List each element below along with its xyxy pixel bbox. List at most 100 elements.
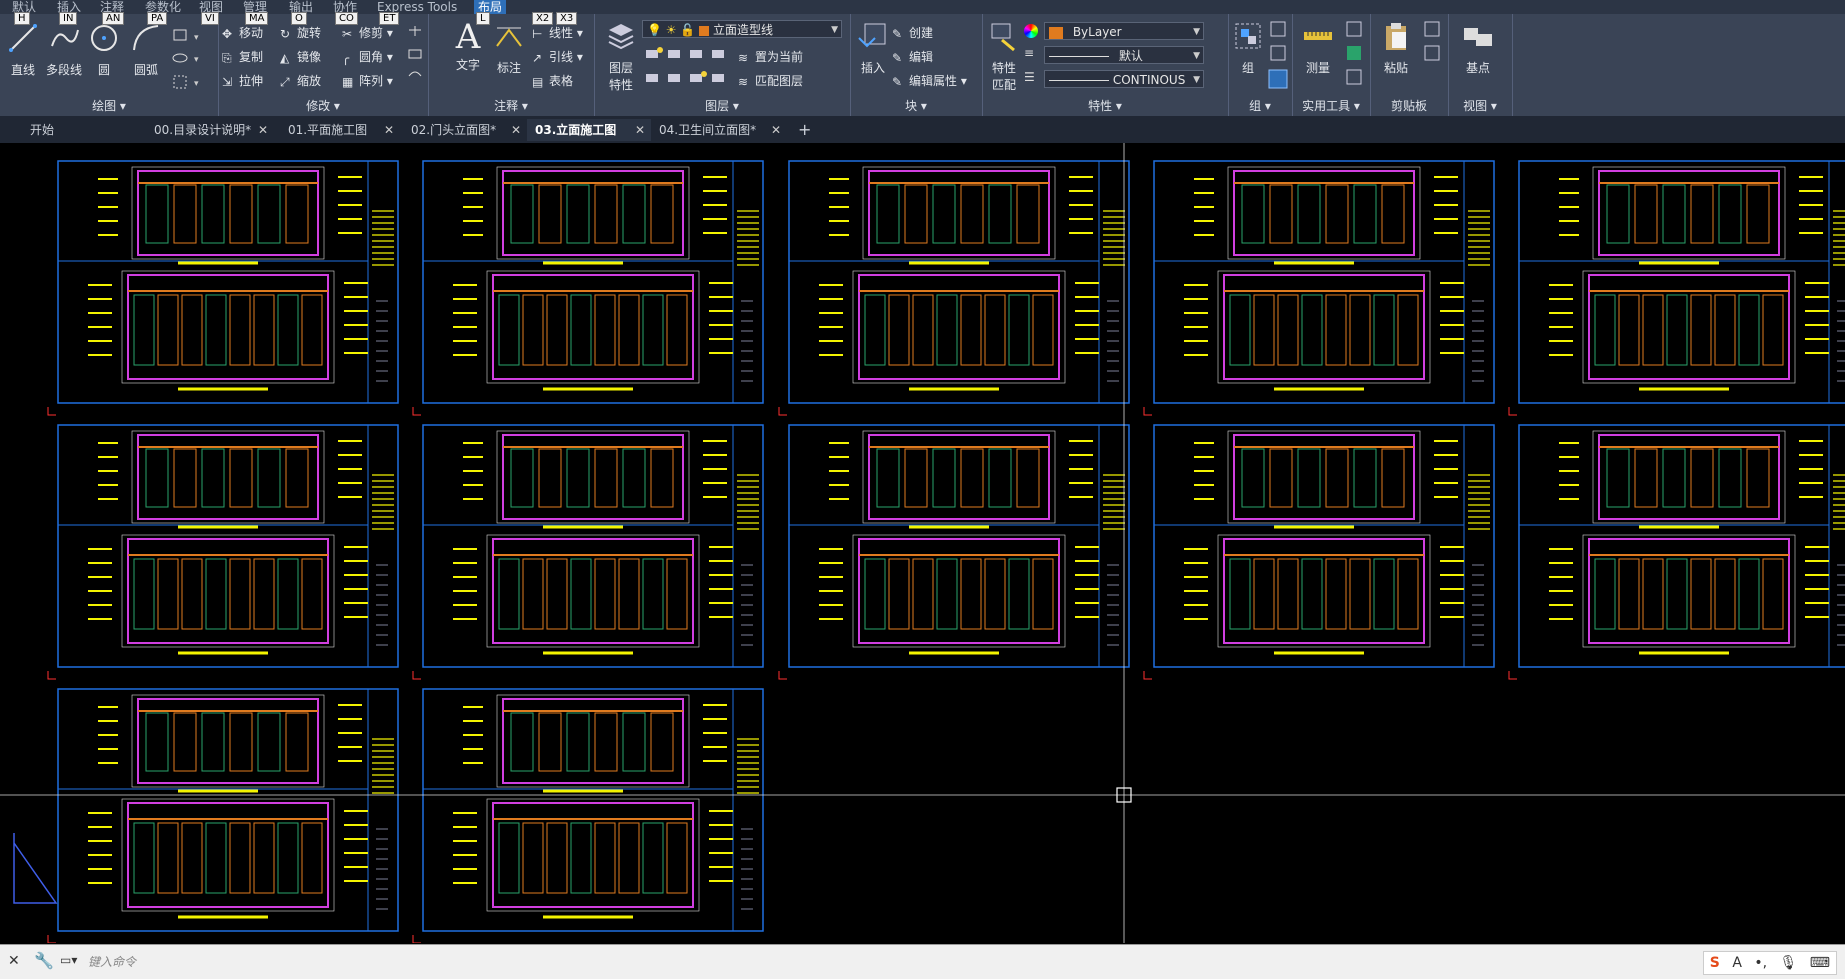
elevation-panel <box>498 558 520 630</box>
close-icon[interactable]: ✕ <box>258 119 268 141</box>
create-block-tool[interactable]: ✎ 创建 <box>892 26 933 41</box>
layer-tools-icons[interactable] <box>644 46 734 96</box>
corner-marker <box>1508 407 1517 416</box>
wrench-icon[interactable]: 🔧 <box>34 951 54 970</box>
array-tool[interactable]: ▦ 阵列 ▾ <box>342 74 393 89</box>
keyboard-icon[interactable]: ⌨ <box>1810 955 1830 971</box>
modify-more-icons[interactable] <box>406 24 424 94</box>
scale-tool[interactable]: ⤢ 缩放 <box>280 74 321 89</box>
group-tool[interactable]: 组 <box>1232 20 1264 76</box>
layer-color-swatch <box>699 25 710 36</box>
close-icon[interactable]: ✕ <box>771 119 781 141</box>
draw-panel-title[interactable]: 绘图 ▾ <box>0 97 218 114</box>
elevation-panel <box>1642 294 1664 366</box>
utilities-more-icons[interactable] <box>1344 20 1366 94</box>
leader-tool[interactable]: ↗ 引线 ▾ <box>532 50 583 65</box>
sun-icon: ☀ <box>665 23 677 37</box>
move-tool[interactable]: ✥ 移动 <box>222 26 263 41</box>
color-dropdown[interactable]: ByLayer ▼ <box>1044 22 1204 40</box>
text-tool[interactable]: A 文字 <box>448 20 488 73</box>
layer-dropdown[interactable]: 💡 ☀ 🔓 立面造型线 ▼ <box>642 20 842 38</box>
modify-panel-title[interactable]: 修改 ▾ <box>218 97 428 114</box>
panel-layers: 图层特性 💡 ☀ 🔓 立面造型线 ▼ ≋ 置为当前 ≋ 匹配图层 图层 ▾ <box>594 14 851 116</box>
clipboard-panel-title[interactable]: 剪贴板 <box>1370 97 1448 114</box>
match-properties-tool[interactable]: 特性匹配 <box>986 20 1022 93</box>
elevation-panel <box>277 822 299 894</box>
edit-attributes-tool[interactable]: ✎ 编辑属性 ▾ <box>892 74 967 89</box>
elevation-panel <box>1714 294 1736 366</box>
draw-more-icons[interactable]: ▾ ▾ ▾ <box>170 26 214 98</box>
elevation-panel <box>888 558 910 630</box>
layers-panel-title[interactable]: 图层 ▾ <box>594 97 850 114</box>
chevron-down-icon: ▼ <box>1193 27 1200 37</box>
sogou-icon[interactable]: S <box>1710 955 1720 971</box>
tab-start[interactable]: 开始 <box>22 119 140 141</box>
elevation-panel <box>1714 558 1736 630</box>
elevation-panel <box>988 184 1012 244</box>
tab-03-elevation[interactable]: 03.立面施工图 ✕ <box>527 119 651 141</box>
properties-panel-title[interactable]: 特性 ▾ <box>982 97 1228 114</box>
elevation-panel <box>229 558 251 630</box>
tab-00-catalog[interactable]: 00.目录设计说明* ✕ <box>146 119 274 141</box>
mic-icon[interactable]: 🎙 <box>1780 955 1798 971</box>
elevation-panel <box>133 294 155 366</box>
fillet-icon: ╭ <box>342 50 350 65</box>
chevron-down-icon: ▼ <box>831 25 838 35</box>
copy-tool[interactable]: ⎘ 复制 <box>222 50 263 65</box>
lineweight-sample <box>1049 56 1109 57</box>
tab-01-floorplan[interactable]: 01.平面施工图 ✕ <box>280 119 400 141</box>
layer-properties-tool[interactable]: 图层特性 <box>600 20 642 93</box>
command-history-icon[interactable]: ▭▾ <box>60 953 77 967</box>
close-icon[interactable]: ✕ <box>511 119 521 141</box>
line-tool[interactable]: 直线 <box>4 22 42 78</box>
match-layer-tool[interactable]: ≋ 匹配图层 <box>738 74 803 89</box>
table-tool[interactable]: ▤ 表格 <box>532 74 573 89</box>
mirror-tool[interactable]: ◭ 镜像 <box>280 50 321 65</box>
close-command-icon[interactable]: ✕ <box>8 953 20 969</box>
elevation-panel <box>1016 184 1040 244</box>
view-panel-title[interactable]: 视图 ▾ <box>1448 97 1512 114</box>
annotation-panel-title[interactable]: 注释 ▾ <box>428 97 594 114</box>
block-panel-title[interactable]: 块 ▾ <box>850 97 982 114</box>
linetype-dropdown[interactable]: CONTINOUS ▼ <box>1044 70 1204 88</box>
edit-block-tool[interactable]: ✎ 编辑 <box>892 50 933 65</box>
close-icon[interactable]: ✕ <box>384 119 394 141</box>
basepoint-tool[interactable]: 基点 <box>1456 20 1500 76</box>
close-icon[interactable]: ✕ <box>635 119 645 141</box>
insert-block-tool[interactable]: 插入 <box>854 20 892 76</box>
paste-tool[interactable]: 粘贴 <box>1376 20 1416 76</box>
group-more-icons[interactable] <box>1268 20 1290 94</box>
elevation-panel <box>157 822 179 894</box>
elevation-panel <box>1325 448 1349 508</box>
elevation-panel <box>301 294 323 366</box>
svg-text:▾: ▾ <box>194 55 199 65</box>
elevation-panel <box>510 448 534 508</box>
elevation-panel <box>642 294 664 366</box>
linear-tool[interactable]: ⊢ 线性 ▾ <box>532 26 583 41</box>
clipboard-more-icons[interactable] <box>1422 20 1444 70</box>
set-current-tool[interactable]: ≋ 置为当前 <box>738 50 803 65</box>
cad-drawing[interactable] <box>0 143 1845 943</box>
new-tab-button[interactable]: + <box>790 119 818 141</box>
polyline-tool[interactable]: 多段线 <box>42 22 86 78</box>
tab-02-facade[interactable]: 02.门头立面图* ✕ <box>403 119 527 141</box>
tab-04-restroom[interactable]: 04.卫生间立面图* ✕ <box>651 119 787 141</box>
measure-tool[interactable]: 测量 <box>1298 20 1338 76</box>
arc-tool[interactable]: 圆弧 <box>126 22 166 78</box>
stretch-tool[interactable]: ⇲ 拉伸 <box>222 74 263 89</box>
utilities-panel-title[interactable]: 实用工具 ▾ <box>1292 97 1370 114</box>
dot-icon[interactable]: •, <box>1754 955 1767 971</box>
dimension-tool[interactable]: 标注 <box>488 20 530 76</box>
trim-tool[interactable]: ✂ 修剪 ▾ <box>342 26 393 41</box>
font-icon[interactable]: A <box>1732 955 1742 971</box>
drawing-canvas[interactable] <box>0 143 1845 943</box>
rotate-tool[interactable]: ↻ 旋转 <box>280 26 321 41</box>
circle-tool[interactable]: 圆 <box>86 22 122 78</box>
elevation-panel <box>1032 558 1054 630</box>
elevation-panel <box>570 822 592 894</box>
lineweight-dropdown[interactable]: 默认 ▼ <box>1044 46 1204 64</box>
groups-panel-title[interactable]: 组 ▾ <box>1228 97 1292 114</box>
command-input[interactable]: 键入命令 <box>88 953 136 970</box>
fillet-tool[interactable]: ╭ 圆角 ▾ <box>342 50 393 65</box>
elevation-panel <box>570 558 592 630</box>
